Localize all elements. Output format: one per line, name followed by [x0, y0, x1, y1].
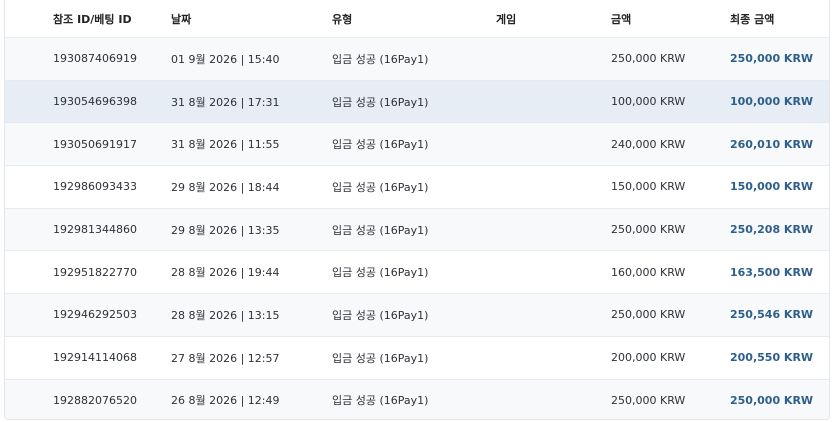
column-header-game: 게임	[496, 12, 517, 26]
cell-amount: 250,000 KRW	[611, 223, 686, 237]
cell-date: 28 8월 2026 | 13:15	[171, 308, 280, 322]
cell-date: 28 8월 2026 | 19:44	[171, 266, 280, 280]
table-header: 참조 ID/베팅 ID 날짜 유형 게임 금액 최종 금액	[5, 0, 829, 37]
cell-date: 01 9월 2026 | 15:40	[171, 52, 280, 66]
cell-id: 192981344860	[53, 223, 137, 237]
cell-amount: 160,000 KRW	[611, 265, 686, 279]
column-header-date: 날짜	[171, 12, 192, 26]
cell-date: 27 8월 2026 | 12:57	[171, 351, 280, 365]
cell-amount: 240,000 KRW	[611, 137, 686, 151]
column-header-amount: 금액	[611, 12, 632, 26]
cell-type: 입금 성공 (16Pay1)	[332, 138, 429, 152]
cell-amount: 250,000 KRW	[611, 393, 686, 407]
cell-final-amount: 250,000 KRW	[730, 393, 814, 407]
cell-type: 입금 성공 (16Pay1)	[332, 180, 429, 194]
cell-amount: 200,000 KRW	[611, 351, 686, 365]
cell-date: 31 8월 2026 | 17:31	[171, 95, 280, 109]
cell-final-amount: 250,546 KRW	[730, 308, 814, 322]
table-row[interactable]: 192951822770 28 8월 2026 | 19:44 입금 성공 (1…	[5, 250, 829, 293]
cell-final-amount: 200,550 KRW	[730, 351, 814, 365]
cell-id: 192986093433	[53, 180, 137, 194]
cell-id: 193087406919	[53, 52, 137, 66]
column-header-id: 참조 ID/베팅 ID	[53, 12, 132, 26]
cell-final-amount: 250,000 KRW	[730, 52, 814, 66]
cell-type: 입금 성공 (16Pay1)	[332, 351, 429, 365]
table-row[interactable]: 192981344860 29 8월 2026 | 13:35 입금 성공 (1…	[5, 207, 829, 251]
cell-type: 입금 성공 (16Pay1)	[332, 308, 429, 322]
cell-id: 193050691917	[53, 137, 137, 151]
column-header-type: 유형	[332, 12, 353, 26]
cell-final-amount: 150,000 KRW	[730, 180, 814, 194]
cell-date: 31 8월 2026 | 11:55	[171, 138, 280, 152]
cell-id: 193054696398	[53, 95, 137, 109]
cell-id: 192951822770	[53, 265, 137, 279]
table-row[interactable]: 192946292503 28 8월 2026 | 13:15 입금 성공 (1…	[5, 293, 829, 336]
table-row[interactable]: 192882076520 26 8월 2026 | 12:49 입금 성공 (1…	[5, 378, 829, 419]
cell-id: 192946292503	[53, 308, 137, 322]
table-row[interactable]: 193054696398 31 8월 2026 | 17:31 입금 성공 (1…	[5, 79, 829, 123]
cell-amount: 250,000 KRW	[611, 308, 686, 322]
column-header-final-amount: 최종 금액	[730, 12, 775, 26]
cell-final-amount: 250,208 KRW	[730, 223, 814, 237]
cell-date: 26 8월 2026 | 12:49	[171, 394, 280, 408]
cell-id: 192882076520	[53, 393, 137, 407]
transaction-table: 참조 ID/베팅 ID 날짜 유형 게임 금액 최종 금액 1930874069…	[4, 0, 830, 420]
cell-final-amount: 100,000 KRW	[730, 95, 814, 109]
table-row[interactable]: 192986093433 29 8월 2026 | 18:44 입금 성공 (1…	[5, 165, 829, 208]
transaction-history-panel: 참조 ID/베팅 ID 날짜 유형 게임 금액 최종 금액 1930874069…	[0, 0, 835, 422]
table-row[interactable]: 193087406919 01 9월 2026 | 15:40 입금 성공 (1…	[5, 37, 829, 80]
cell-amount: 100,000 KRW	[611, 95, 686, 109]
cell-final-amount: 163,500 KRW	[730, 265, 814, 279]
cell-id: 192914114068	[53, 351, 137, 365]
cell-type: 입금 성공 (16Pay1)	[332, 52, 429, 66]
table-row[interactable]: 193050691917 31 8월 2026 | 11:55 입금 성공 (1…	[5, 122, 829, 166]
cell-final-amount: 260,010 KRW	[730, 137, 814, 151]
cell-type: 입금 성공 (16Pay1)	[332, 266, 429, 280]
cell-type: 입금 성공 (16Pay1)	[332, 223, 429, 237]
cell-date: 29 8월 2026 | 13:35	[171, 223, 280, 237]
cell-type: 입금 성공 (16Pay1)	[332, 394, 429, 408]
table-row[interactable]: 192914114068 27 8월 2026 | 12:57 입금 성공 (1…	[5, 335, 829, 379]
cell-type: 입금 성공 (16Pay1)	[332, 95, 429, 109]
cell-date: 29 8월 2026 | 18:44	[171, 180, 280, 194]
cell-amount: 150,000 KRW	[611, 180, 686, 194]
cell-amount: 250,000 KRW	[611, 52, 686, 66]
